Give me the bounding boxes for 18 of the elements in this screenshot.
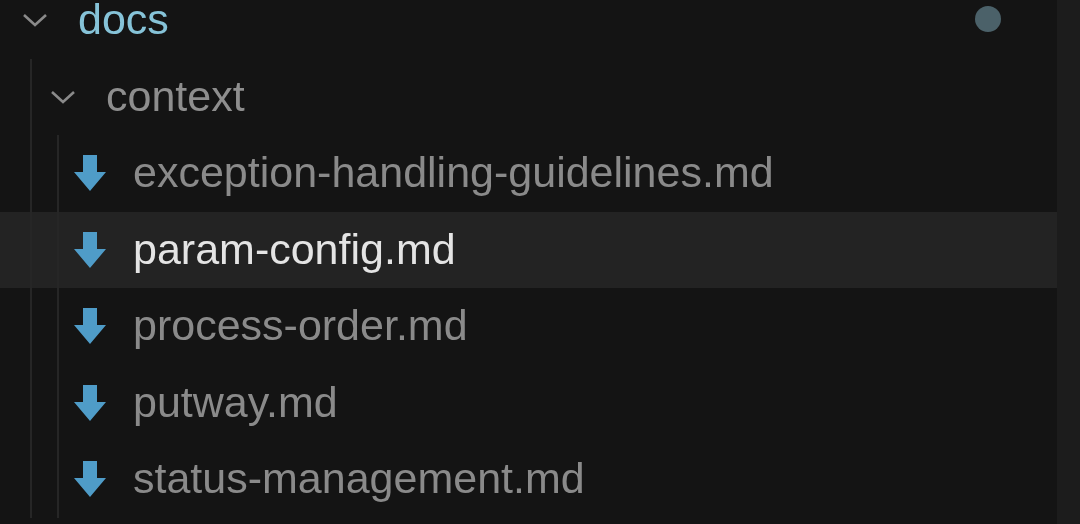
file-name: process-order.md: [133, 300, 468, 352]
tree-item[interactable]: docs: [0, 0, 1057, 59]
down-arrow-icon: [72, 229, 108, 270]
file-name: putway.md: [133, 376, 338, 428]
folder-name: docs: [78, 0, 169, 46]
down-arrow-icon: [72, 382, 108, 423]
tree-item[interactable]: putway.md: [0, 364, 1057, 441]
tree-item[interactable]: context: [0, 58, 1057, 135]
tree-item[interactable]: status-management.md: [0, 441, 1057, 518]
tree-item[interactable]: param-config.md: [0, 211, 1057, 288]
file-name: exception-handling-guidelines.md: [133, 147, 774, 199]
chevron-icon[interactable]: [22, 12, 48, 29]
tree-item[interactable]: process-order.md: [0, 288, 1057, 365]
file-name: param-config.md: [133, 223, 456, 275]
file-name: status-management.md: [133, 453, 585, 505]
folder-name: context: [106, 70, 245, 122]
tree-item[interactable]: exception-handling-guidelines.md: [0, 135, 1057, 212]
chevron-icon[interactable]: [50, 88, 76, 105]
